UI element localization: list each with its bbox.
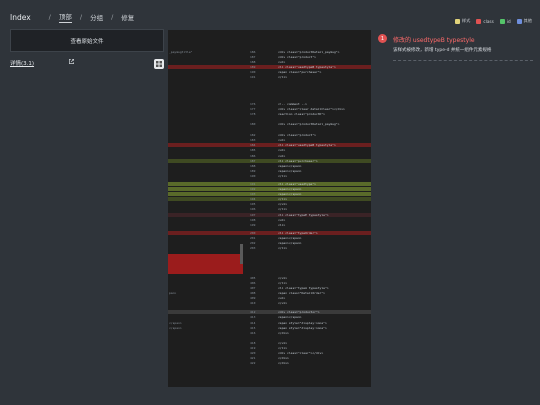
code-line: 178 <section class="productD"> bbox=[250, 112, 325, 116]
code-line: 191 </li> bbox=[250, 75, 288, 79]
code-line: 190 <span class="purchaser"> bbox=[250, 70, 322, 74]
breadcrumb: Index / 顶部 / 分组 / 修复 bbox=[10, 10, 138, 24]
code-line: 195 </ul> bbox=[250, 202, 288, 206]
code-line: </span> 414 <span style="display:none"> bbox=[169, 321, 327, 325]
code-line: 187 <li class="purchaser"> bbox=[168, 159, 371, 163]
code-line: 182 <div class="product"> bbox=[250, 133, 316, 137]
breadcrumb-item-2[interactable]: 分组 bbox=[90, 12, 103, 22]
code-line: 192 <span></span> bbox=[168, 187, 371, 191]
code-line: 186 <ul> bbox=[250, 154, 286, 158]
code-line: 196 </li> bbox=[250, 207, 288, 211]
code-line: 189 <span></span> bbox=[250, 169, 302, 173]
toggle-chip[interactable] bbox=[154, 59, 164, 69]
code-line: 407 <li class="typeA typestyle"> bbox=[250, 286, 329, 290]
legend-swatch bbox=[499, 18, 505, 24]
code-line: 197 <li class="typeE typestyle"> bbox=[168, 213, 371, 217]
view-source-button[interactable]: 查看原始文件 bbox=[10, 29, 164, 52]
code-line: 409 <ul> bbox=[250, 296, 286, 300]
code-line: 413 <span></span> bbox=[250, 315, 302, 319]
code-line: 418 </ul> bbox=[250, 341, 288, 345]
legend-swatch bbox=[454, 18, 460, 24]
legend-item-style: 样式 bbox=[454, 18, 471, 24]
legend-item-class: class bbox=[476, 18, 494, 24]
code-line: 198 <ul> bbox=[250, 218, 286, 222]
page-title: Index bbox=[10, 12, 31, 22]
code-line: 193 <span></span> bbox=[168, 192, 371, 196]
code-line: 202 <span></span> bbox=[250, 241, 302, 245]
legend-item-other: 其他 bbox=[516, 18, 532, 24]
legend-label: 样式 bbox=[461, 18, 471, 23]
divider bbox=[393, 60, 533, 61]
code-line: 421 </div> bbox=[250, 356, 289, 360]
legend-label: class bbox=[483, 18, 494, 24]
code-line: 184 <li class="usedtypeB typestyle"> bbox=[168, 143, 371, 147]
comment-description: 该样式被修改，新增 type-d 并统一组件元素规格 bbox=[393, 48, 492, 53]
code-line: _paymsgtitle" 186 <div class="productDetai… bbox=[169, 50, 340, 54]
code-line: 203 </li> bbox=[250, 246, 288, 250]
external-link-icon[interactable] bbox=[68, 58, 75, 65]
code-line: 187 <div class="product"> bbox=[250, 55, 316, 59]
breadcrumb-separator: / bbox=[79, 13, 83, 21]
code-line: 188 <ul> bbox=[250, 60, 286, 64]
code-line: 180 <div class="productDetail_paymsg"> bbox=[250, 122, 340, 126]
code-line: pan> 408 <span class="DetailOrder"> bbox=[169, 291, 325, 295]
code-line: 183 <ul> bbox=[250, 138, 286, 142]
code-line: </span> 415 <span style="display:none"> bbox=[169, 326, 327, 330]
legend-swatch bbox=[476, 18, 482, 24]
code-line: 420 <div class="clear"></div> bbox=[250, 351, 324, 355]
code-line: 189 <li class="usedtypeB typestyle"> bbox=[168, 65, 371, 69]
comment-title: 修改的 usedtypeB typestyle bbox=[393, 37, 475, 44]
code-line: 422 </div> bbox=[250, 361, 289, 365]
code-diff-viewer[interactable]: _paymsgtitle" 186 <div class="productDetai… bbox=[168, 30, 371, 387]
code-line: 200 <li class="typeOrder"> bbox=[168, 231, 371, 235]
comment-number-badge[interactable]: 1 bbox=[378, 34, 387, 43]
legend-label: id bbox=[506, 18, 511, 24]
code-line: 191 <li class="usedtype"> bbox=[168, 182, 371, 186]
breadcrumb-separator: / bbox=[111, 13, 114, 21]
code-line: 201 <span></span> bbox=[250, 236, 302, 240]
grid-icon bbox=[156, 61, 162, 67]
code-line: 416 </div> bbox=[250, 331, 289, 335]
file-row: 详情(3.1) bbox=[10, 58, 164, 69]
code-line: 185 <ul> bbox=[250, 148, 286, 152]
code-line: 419 </li> bbox=[250, 346, 288, 350]
file-link[interactable]: 详情(3.1) bbox=[10, 59, 34, 67]
left-panel: 查看原始文件 详情(3.1) bbox=[10, 29, 164, 69]
code-line: 177 <div class="clear detailClear"></div> bbox=[250, 107, 345, 111]
code-line: 406 </li> bbox=[250, 281, 288, 285]
code-line: 405 </ul> bbox=[250, 276, 288, 280]
legend-label: 其他 bbox=[523, 18, 532, 23]
code-line: 188 <span></span> bbox=[250, 164, 302, 168]
legend-item-id: id bbox=[499, 18, 511, 24]
code-line: 410 </ul> bbox=[250, 301, 288, 305]
code-line: 190 </li> bbox=[250, 174, 288, 178]
legend: 样式 class id 其他 bbox=[454, 18, 532, 24]
breadcrumb-item-1[interactable]: 顶部 bbox=[58, 11, 72, 23]
legend-swatch bbox=[516, 18, 522, 24]
code-line: 176 <!-- comment --> bbox=[250, 102, 307, 106]
breadcrumb-separator: / bbox=[48, 13, 51, 21]
scroll-marker bbox=[240, 244, 243, 264]
code-line: 194 </li> bbox=[168, 197, 371, 201]
deleted-block bbox=[168, 254, 243, 274]
code-line: 412 <div class="productor"> bbox=[168, 310, 371, 314]
breadcrumb-item-3[interactable]: 修复 bbox=[121, 12, 134, 22]
code-line: 199 <li> bbox=[250, 223, 286, 227]
